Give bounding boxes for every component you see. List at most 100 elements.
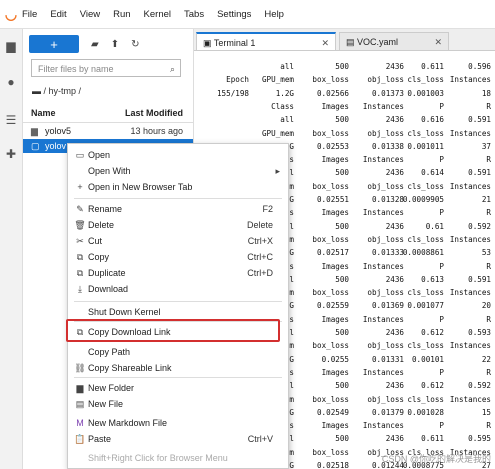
menu-tabs[interactable]: Tabs <box>184 9 204 20</box>
terminal-cell: 0.02549 <box>316 407 349 417</box>
terminal-cell: 0.611 <box>421 62 444 71</box>
terminal-cell: 0.616 <box>421 115 444 125</box>
file-name: yolov5 <box>45 126 72 136</box>
context-menu: ▭ Open Open With ▸ + Open in New Browser Tab ✎… <box>67 143 289 469</box>
menu-bar: ◡ File Edit View Run Kernel Tabs Setting… <box>0 0 495 29</box>
menu-item-download[interactable]: ⤓ Download <box>68 281 288 297</box>
menu-item-rename[interactable]: ✎ Rename F2 <box>68 201 288 217</box>
terminal-cell: cls_loss <box>407 394 444 404</box>
terminal-cell: 2436 <box>385 115 404 125</box>
file-browser-toolbar: + ▰ ⬆ ↻ <box>29 34 139 54</box>
upload-icon[interactable]: ⬆ <box>111 39 119 50</box>
terminal-cell: 37 <box>481 141 491 151</box>
tab-bar: ▣ Terminal 1 ✕ ▤ VOC.yaml ✕ <box>194 29 495 51</box>
terminal-cell: Images <box>321 421 349 431</box>
menu-item-label: New Folder <box>88 383 135 393</box>
file-row[interactable]: ▆ yolov5 13 hours ago <box>23 124 193 138</box>
terminal-cell: Instances <box>362 421 404 431</box>
menu-item-label: Open <box>88 150 111 160</box>
menu-item-shortcut: Ctrl+V <box>247 434 273 444</box>
menu-item-shut-down-kernel[interactable]: Shut Down Kernel <box>68 304 288 320</box>
menu-item-label: Shut Down Kernel <box>88 307 161 317</box>
new-folder-icon[interactable]: ▰ <box>91 39 99 50</box>
menu-item-paste[interactable]: 📋 Paste Ctrl+V <box>68 431 288 447</box>
download-icon: ⤓ <box>78 284 82 294</box>
terminal-cell: 0.595 <box>468 434 491 444</box>
terminal-cell: Images <box>321 101 349 111</box>
close-icon[interactable]: ✕ <box>434 33 442 51</box>
menu-file[interactable]: File <box>22 9 37 20</box>
menu-edit[interactable]: Edit <box>50 9 66 20</box>
terminal-cell: 0.596 <box>468 62 491 71</box>
menu-item-label: Open With <box>88 166 131 176</box>
terminal-cell: 22 <box>481 354 491 364</box>
menu-item-duplicate[interactable]: ⧉ Duplicate Ctrl+D <box>68 265 288 281</box>
menu-item-delete[interactable]: 🗑 Delete Delete <box>68 217 288 233</box>
tab-terminal[interactable]: ▣ Terminal 1 ✕ <box>196 32 336 50</box>
terminal-cell: 0.61 <box>425 221 444 231</box>
filter-input[interactable]: Filter files by name ⌕ <box>31 59 181 77</box>
menu-item-cut[interactable]: ✂ Cut Ctrl+X <box>68 233 288 249</box>
terminal-cell: 0.02566 <box>316 88 349 98</box>
terminal-cell: Instances <box>362 208 404 218</box>
jupyter-logo-icon: ◡ <box>4 5 18 22</box>
menu-item-copy-path[interactable]: Copy Path <box>68 344 288 360</box>
duplicate-icon: ⧉ <box>76 268 84 278</box>
menu-run[interactable]: Run <box>113 9 130 20</box>
menu-item-new-markdown-file[interactable]: M New Markdown File <box>68 415 288 431</box>
menu-item-new-folder[interactable]: ▆ New Folder <box>68 380 288 396</box>
terminal-cell: 0.001003 <box>407 88 444 98</box>
terminal-cell: Instances <box>362 261 404 271</box>
menu-item-copy[interactable]: ⧉ Copy Ctrl+C <box>68 249 288 265</box>
column-name[interactable]: Name <box>31 108 56 118</box>
terminal-cell: 500 <box>335 381 349 391</box>
terminal-cell: 500 <box>335 328 349 337</box>
menu-item-open-in-new-browser-tab[interactable]: + Open in New Browser Tab <box>68 179 288 195</box>
terminal-cell: Instances <box>362 155 404 165</box>
refresh-icon[interactable]: ↻ <box>131 39 139 50</box>
terminal-cell: 0.01331 <box>371 354 404 364</box>
terminal-cell: GPU_mem <box>261 75 294 85</box>
terminal-cell: 500 <box>335 115 349 125</box>
terminal-cell: obj_loss <box>367 394 404 404</box>
terminal-cell: P <box>439 208 444 218</box>
running-icon[interactable]: ● <box>4 75 18 89</box>
close-icon[interactable]: ✕ <box>321 34 329 52</box>
terminal-cell: Instances <box>449 394 491 404</box>
breadcrumb[interactable]: ▬ / hy-tmp / <box>32 86 81 96</box>
menu-item-copy-shareable-link[interactable]: ⛓ Copy Shareable Link <box>68 360 288 376</box>
terminal-cell: 0.593 <box>468 328 491 337</box>
open-icon: ▭ <box>75 150 85 160</box>
menu-item-label: Delete <box>88 220 115 230</box>
terminal-cell: 0.02551 <box>316 195 349 204</box>
file-icon: ▢ <box>31 141 40 151</box>
commands-icon[interactable]: ☰ <box>4 113 18 127</box>
terminal-line: GPU_mem box_loss obj_loss cls_loss Instances <box>194 128 493 139</box>
terminal-cell: 0.001011 <box>407 141 444 151</box>
terminal-cell: obj_loss <box>367 128 404 138</box>
menu-item-open-with[interactable]: Open With ▸ <box>68 163 288 179</box>
menu-item-open[interactable]: ▭ Open <box>68 147 288 163</box>
new-launcher-button[interactable]: + <box>29 35 79 53</box>
terminal-cell: 0.0008861 <box>402 248 444 258</box>
breadcrumb-path[interactable]: / hy-tmp / <box>44 86 82 96</box>
terminal-cell: P <box>439 314 444 324</box>
menu-separator <box>74 198 282 199</box>
menu-view[interactable]: View <box>80 9 100 20</box>
folder-icon[interactable]: ▆ <box>4 39 18 53</box>
terminal-line: Epoch GPU_mem box_loss obj_loss cls_loss Inst… <box>194 74 493 85</box>
extension-icon[interactable]: ✚ <box>4 147 18 161</box>
terminal-cell: 500 <box>335 62 349 71</box>
terminal-cell: 500 <box>335 274 349 284</box>
filter-placeholder: Filter files by name <box>38 64 114 74</box>
terminal-cell: 1.2G <box>275 88 294 98</box>
terminal-cell: 0.612 <box>421 381 444 391</box>
menu-kernel[interactable]: Kernel <box>144 9 171 20</box>
menu-item-new-file[interactable]: ▤ New File <box>68 396 288 412</box>
tab-voc-yaml[interactable]: ▤ VOC.yaml ✕ <box>339 32 449 50</box>
menu-help[interactable]: Help <box>264 9 284 20</box>
menu-item-label: Shift+Right Click for Browser Menu <box>88 453 228 463</box>
menu-settings[interactable]: Settings <box>217 9 251 20</box>
highlight-box <box>66 319 280 342</box>
column-modified[interactable]: Last Modified <box>125 108 183 118</box>
